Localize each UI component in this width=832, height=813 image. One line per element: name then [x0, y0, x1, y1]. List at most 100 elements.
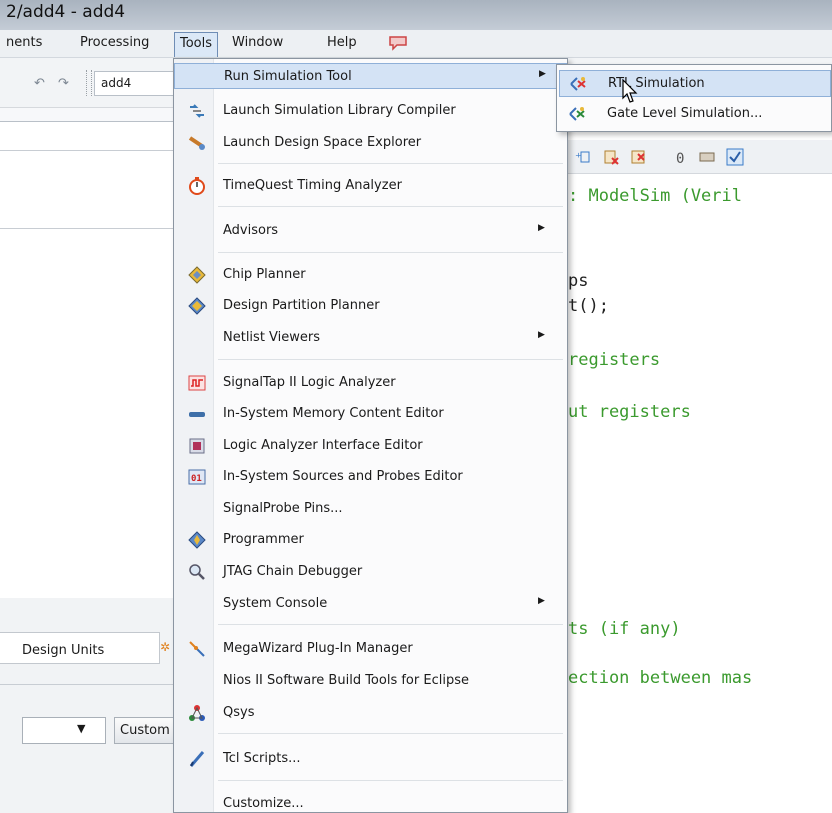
- menu-window[interactable]: Window: [232, 35, 283, 50]
- jtag-debugger-icon: [189, 564, 205, 580]
- menu-separator: [218, 624, 563, 625]
- window-title: 2/add4 - add4: [0, 0, 832, 30]
- undo-icon[interactable]: ↶: [34, 76, 45, 91]
- menu-item-nios-ii-software-build-tools[interactable]: Nios II Software Build Tools for Eclipse: [174, 668, 567, 694]
- submenu-arrow-icon: ▶: [539, 69, 546, 79]
- menu-separator: [218, 359, 563, 360]
- submenu-item-gate-level-simulation[interactable]: Gate Level Simulation...: [559, 101, 831, 128]
- insert-template-icon[interactable]: ⁺: [574, 148, 592, 166]
- chip-planner-icon: [188, 266, 206, 284]
- menu-item-netlist-viewers[interactable]: Netlist Viewers ▶: [174, 325, 567, 351]
- menu-item-advisors[interactable]: Advisors ▶: [174, 218, 567, 244]
- menu-item-label: System Console: [223, 596, 328, 611]
- partition-planner-icon: [188, 297, 206, 315]
- toolbar-separator: [86, 70, 92, 96]
- filter-dropdown[interactable]: ▼: [22, 717, 106, 744]
- svg-text:0: 0: [676, 151, 684, 166]
- rtl-simulation-icon: [570, 77, 586, 91]
- menu-item-label: Tcl Scripts...: [223, 751, 301, 766]
- menu-tools[interactable]: Tools: [174, 32, 219, 57]
- menu-item-label: TimeQuest Timing Analyzer: [223, 178, 402, 193]
- logic-analyzer-icon: [189, 438, 205, 454]
- menu-item-in-system-memory-content-editor[interactable]: In-System Memory Content Editor: [174, 401, 567, 427]
- code-line-1: : ModelSim (Veril: [568, 186, 742, 206]
- menu-item-chip-planner[interactable]: Chip Planner: [174, 262, 567, 288]
- menu-item-launch-simulation-library-compiler[interactable]: Launch Simulation Library Compiler: [174, 98, 567, 124]
- menu-item-system-console[interactable]: System Console ▶: [174, 591, 567, 617]
- tcl-scripts-icon: [189, 751, 205, 767]
- comment-icon[interactable]: [698, 148, 716, 166]
- customize-button[interactable]: Custom: [114, 717, 180, 744]
- memory-editor-icon: [189, 412, 205, 417]
- menu-item-label: SignalProbe Pins...: [223, 501, 343, 516]
- code-line-2: ps: [568, 271, 589, 291]
- menu-separator: [218, 252, 563, 253]
- menu-item-logic-analyzer-interface-editor[interactable]: Logic Analyzer Interface Editor: [174, 433, 567, 459]
- menu-help[interactable]: Help: [327, 35, 357, 50]
- menu-item-qsys[interactable]: Qsys: [174, 700, 567, 726]
- submenu-arrow-icon: ▶: [538, 330, 545, 340]
- code-line-6: ts (if any): [568, 619, 681, 639]
- menu-item-launch-design-space-explorer[interactable]: Launch Design Space Explorer: [174, 130, 567, 156]
- code-line-4: registers: [568, 350, 661, 370]
- menu-item-label: Design Partition Planner: [223, 298, 380, 313]
- menu-item-tcl-scripts[interactable]: Tcl Scripts...: [174, 746, 567, 772]
- svg-text:01: 01: [191, 474, 202, 484]
- submenu-item-rtl-simulation[interactable]: RTL Simulation: [559, 70, 831, 97]
- megawizard-icon: [189, 641, 205, 657]
- menu-separator: [218, 733, 563, 734]
- bottom-panel: [0, 598, 176, 813]
- design-units-tab[interactable]: Design Units: [0, 632, 160, 664]
- run-simulation-submenu: RTL Simulation Gate Level Simulation...: [556, 64, 832, 132]
- menu-item-label: Netlist Viewers: [223, 330, 321, 345]
- menu-item-label: Qsys: [223, 705, 255, 720]
- menu-item-in-system-sources-and-probes-editor[interactable]: 01 In-System Sources and Probes Editor: [174, 464, 567, 490]
- divider: [0, 684, 176, 685]
- checkmark-icon[interactable]: [726, 148, 744, 166]
- menu-item-programmer[interactable]: Programmer: [174, 527, 567, 553]
- sources-probes-icon: 01: [188, 469, 206, 485]
- menu-item-label: Nios II Software Build Tools for Eclipse: [223, 673, 469, 688]
- menu-documents[interactable]: nents: [6, 35, 42, 50]
- brace-icon[interactable]: 0: [672, 148, 690, 166]
- toggle-bookmark-icon[interactable]: [602, 148, 620, 166]
- menu-item-signaltap-ii-logic-analyzer[interactable]: SignalTap II Logic Analyzer: [174, 370, 567, 396]
- project-navigator-header: [0, 108, 176, 122]
- signaltap-icon: [188, 375, 206, 391]
- menu-item-label: MegaWizard Plug-In Manager: [223, 641, 413, 656]
- menu-item-label: SignalTap II Logic Analyzer: [223, 375, 396, 390]
- chat-bubble-icon[interactable]: [387, 35, 409, 51]
- menu-item-label: In-System Sources and Probes Editor: [223, 469, 463, 484]
- design-space-explorer-icon: [188, 136, 205, 150]
- menu-separator: [218, 780, 563, 781]
- redo-icon[interactable]: ↷: [58, 76, 69, 91]
- code-line-5: ut registers: [568, 402, 691, 422]
- qsys-icon: [189, 705, 205, 721]
- submenu-arrow-icon: ▶: [538, 223, 545, 233]
- menu-item-run-simulation-tool[interactable]: Run Simulation Tool ▶: [174, 63, 567, 89]
- divider: [0, 150, 176, 151]
- menu-item-megawizard-plug-in-manager[interactable]: MegaWizard Plug-In Manager: [174, 636, 567, 662]
- submenu-item-label: Gate Level Simulation...: [607, 106, 763, 121]
- menu-item-design-partition-planner[interactable]: Design Partition Planner: [174, 293, 567, 319]
- menu-item-timequest-timing-analyzer[interactable]: TimeQuest Timing Analyzer: [174, 173, 567, 199]
- programmer-icon: [188, 531, 206, 549]
- gate-level-simulation-icon: [569, 107, 585, 121]
- menu-item-label: In-System Memory Content Editor: [223, 406, 444, 421]
- menu-separator: [218, 206, 563, 207]
- menu-item-signalprobe-pins[interactable]: SignalProbe Pins...: [174, 496, 567, 522]
- menu-processing[interactable]: Processing: [80, 35, 149, 50]
- menu-item-label: Chip Planner: [223, 267, 306, 282]
- menu-item-label: Customize...: [223, 796, 304, 811]
- menu-item-label: Launch Simulation Library Compiler: [223, 103, 456, 118]
- menu-item-jtag-chain-debugger[interactable]: JTAG Chain Debugger: [174, 559, 567, 585]
- menu-item-label: Launch Design Space Explorer: [223, 135, 422, 150]
- menu-item-customize[interactable]: Customize...: [174, 791, 567, 813]
- menu-item-label: Logic Analyzer Interface Editor: [223, 438, 423, 453]
- project-selector[interactable]: add4: [94, 71, 174, 96]
- menu-item-label: Programmer: [223, 532, 304, 547]
- editor-toolbar: ⁺ 0: [566, 140, 832, 174]
- clear-bookmarks-icon[interactable]: [630, 148, 648, 166]
- menu-item-label: Run Simulation Tool: [224, 69, 352, 84]
- menu-item-label: Advisors: [223, 223, 279, 238]
